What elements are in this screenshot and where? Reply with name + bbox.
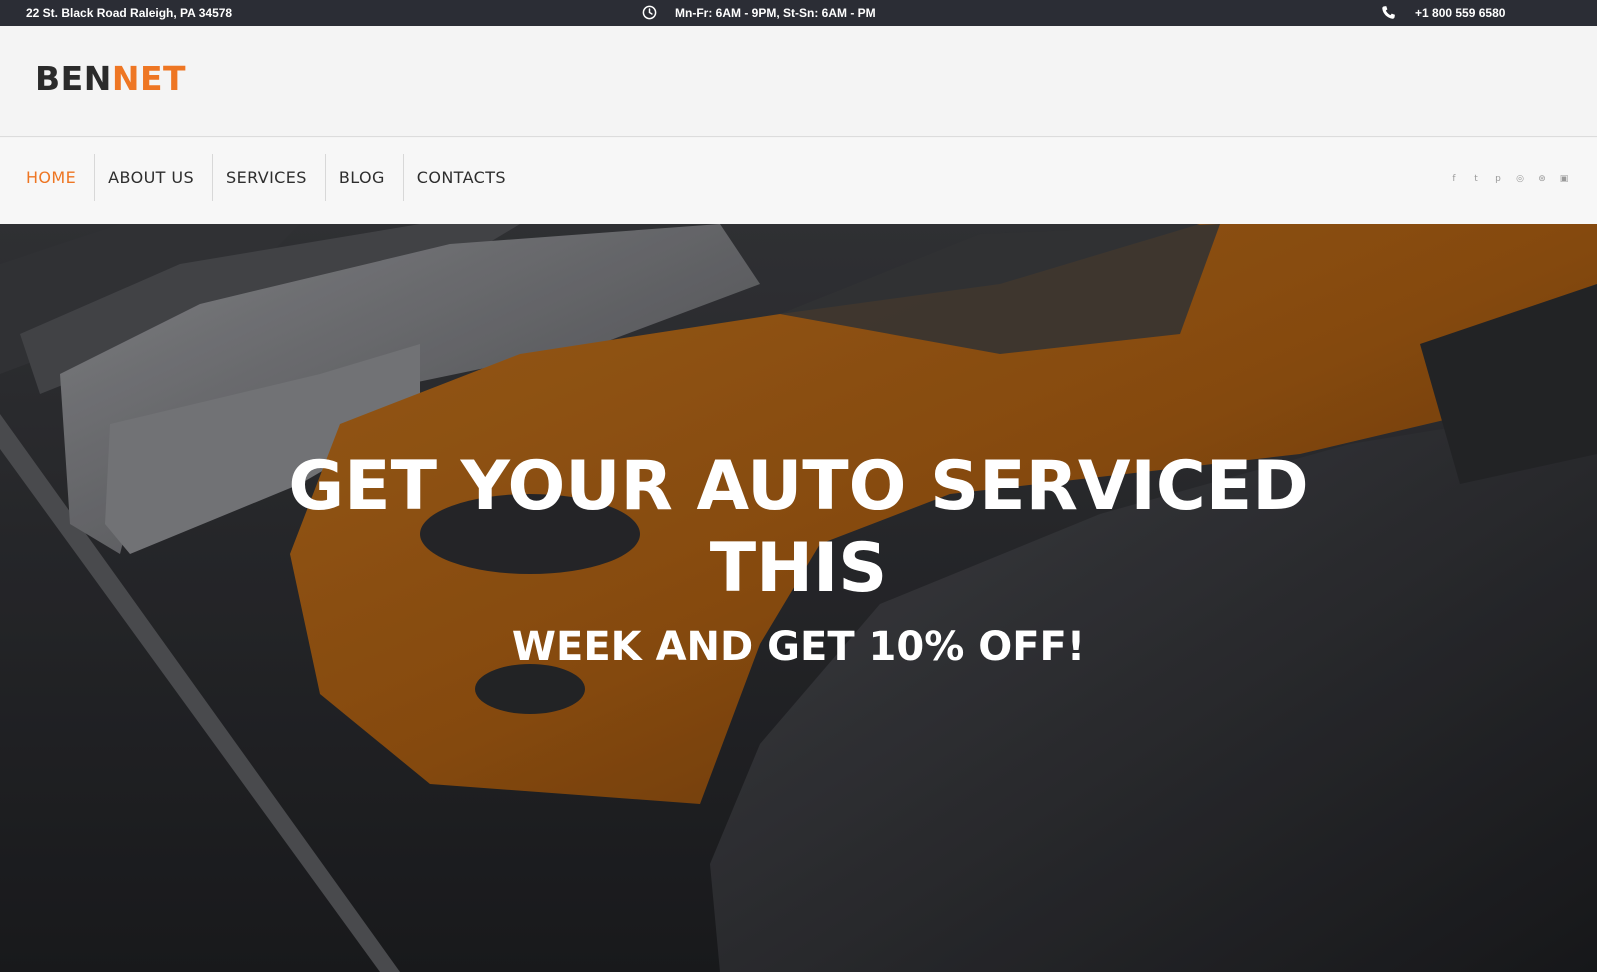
phone-number[interactable]: +1 800 559 6580 (1415, 6, 1505, 20)
address-text: 22 St. Black Road Raleigh, PA 34578 (26, 6, 233, 20)
pinterest-icon[interactable]: p (1493, 174, 1503, 184)
main-navbar: HOME ABOUT US SERVICES BLOG CONTACTS f t… (0, 138, 1597, 224)
facebook-icon[interactable]: f (1449, 174, 1459, 184)
instagram-icon[interactable]: ◎ (1515, 174, 1525, 184)
nav-item-blog[interactable]: BLOG (324, 154, 403, 201)
opening-hours: Mn-Fr: 6AM - 9PM, St-Sn: 6AM - PM (642, 5, 876, 20)
social-links: f t p ◎ ⊛ ▣ (1449, 174, 1569, 184)
hero-banner: GET YOUR AUTO SERVICED THIS WEEK AND GET… (0, 224, 1597, 972)
hero-subheading: WEEK AND GET 10% OFF! (511, 624, 1086, 670)
nav-item-services[interactable]: SERVICES (212, 154, 325, 201)
clock-icon (642, 5, 657, 19)
phone-contact[interactable]: +1 800 559 6580 (1381, 5, 1505, 20)
main-menu: HOME ABOUT US SERVICES BLOG CONTACTS (0, 154, 524, 201)
youtube-icon[interactable]: ▣ (1559, 174, 1569, 184)
nav-item-contacts[interactable]: CONTACTS (402, 154, 524, 201)
nav-item-about-us[interactable]: ABOUT US (94, 154, 212, 201)
logo-part-2: NET (111, 59, 186, 98)
hours-text: Mn-Fr: 6AM - 9PM, St-Sn: 6AM - PM (675, 6, 876, 20)
nav-item-home[interactable]: HOME (0, 154, 94, 201)
dribbble-icon[interactable]: ⊛ (1537, 174, 1547, 184)
hero-heading-line-2: THIS (709, 529, 888, 608)
logo-header: BENNET (0, 26, 1597, 137)
hero-heading-line-1: GET YOUR AUTO SERVICED (288, 447, 1309, 526)
phone-icon (1382, 5, 1395, 19)
top-info-bar: 22 St. Black Road Raleigh, PA 34578 Mn-F… (0, 0, 1597, 26)
site-logo[interactable]: BENNET (35, 59, 186, 98)
logo-part-1: BEN (35, 59, 112, 98)
twitter-icon[interactable]: t (1471, 174, 1481, 184)
